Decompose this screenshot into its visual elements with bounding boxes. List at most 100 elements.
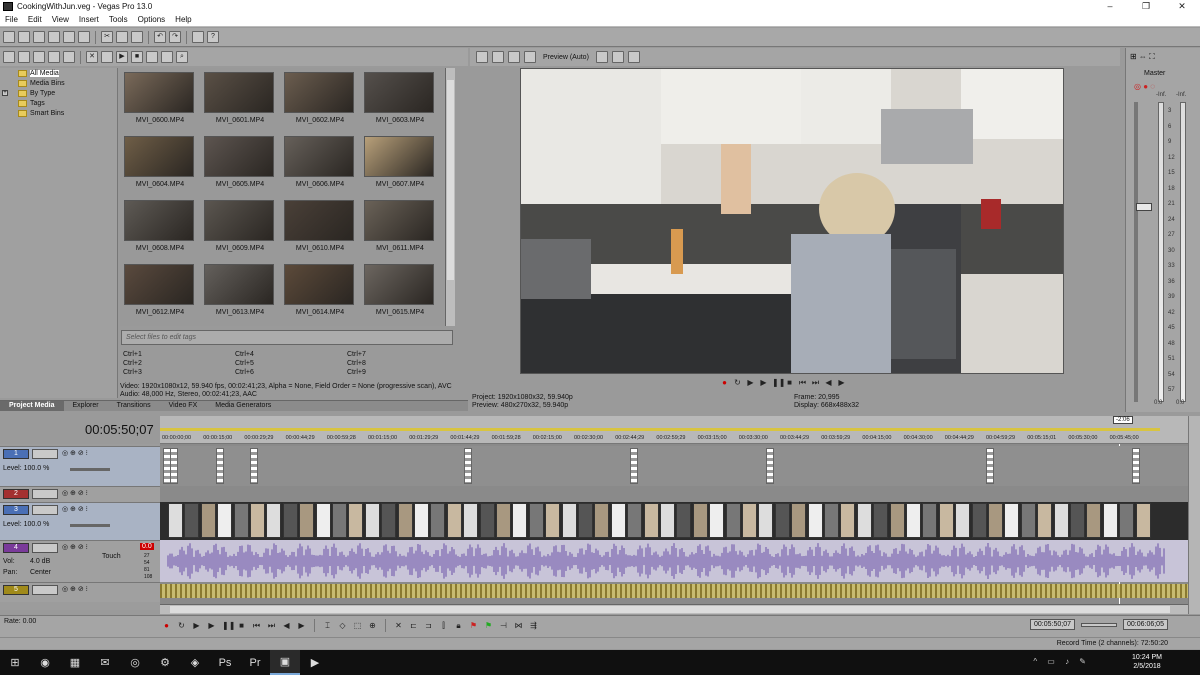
video-clip[interactable] — [578, 503, 593, 538]
video-clip[interactable] — [496, 503, 511, 538]
media-properties-icon[interactable] — [63, 51, 75, 63]
next-frame-icon[interactable]: ▶ — [837, 378, 846, 387]
loop-region-bar[interactable] — [160, 428, 1160, 431]
video-clip[interactable] — [1086, 503, 1102, 538]
delete-icon[interactable]: ✕ — [86, 51, 98, 63]
video-clip[interactable] — [774, 503, 790, 538]
track-lane[interactable] — [160, 486, 1188, 502]
video-clip[interactable] — [217, 503, 233, 538]
prev-frame-icon[interactable]: ◀ — [282, 621, 291, 630]
play-media-icon[interactable]: ▶ — [116, 51, 128, 63]
video-clip[interactable] — [1102, 503, 1118, 538]
track-controls-icons[interactable]: ◎ ⊕ ⊘ ⁝ — [62, 449, 88, 457]
video-clip[interactable] — [364, 503, 380, 538]
track-level[interactable]: Level: 100.0 % — [3, 521, 49, 528]
views-icon[interactable] — [161, 51, 173, 63]
tag-shortcut[interactable]: Ctrl+8 — [347, 360, 366, 367]
video-clip[interactable] — [807, 503, 823, 538]
new-project-icon[interactable] — [3, 31, 15, 43]
master-fader-handle[interactable] — [1136, 203, 1152, 211]
video-clip[interactable] — [250, 448, 258, 484]
pause-icon[interactable]: ❚❚ — [222, 621, 235, 630]
video-clip[interactable] — [397, 503, 413, 538]
envelope-tool-icon[interactable]: ◇ — [338, 621, 347, 630]
play-from-start-icon[interactable]: ▶ — [192, 621, 201, 630]
timeline-vscrollbar[interactable] — [1188, 416, 1200, 614]
video-clip[interactable] — [1053, 503, 1069, 538]
video-clip[interactable] — [922, 503, 938, 538]
media-scrollbar[interactable] — [445, 68, 455, 326]
video-clip[interactable] — [594, 503, 610, 538]
play-icon[interactable]: ▶ — [207, 621, 216, 630]
undo-icon[interactable]: ↶ — [154, 31, 166, 43]
stop-icon[interactable]: ■ — [785, 378, 794, 387]
video-fx-icon[interactable] — [508, 51, 520, 63]
video-clip[interactable] — [889, 503, 905, 538]
video-clip[interactable] — [692, 503, 708, 538]
taskbar-app-icon[interactable]: ▶ — [300, 650, 330, 675]
media-thumbnail[interactable]: MVI_0607.MP4 — [364, 136, 436, 198]
video-clip[interactable] — [463, 503, 479, 538]
tags-input[interactable]: Select files to edit tags — [121, 330, 453, 345]
media-thumbnail[interactable]: MVI_0604.MP4 — [124, 136, 196, 198]
video-clip[interactable] — [233, 503, 249, 538]
delete-icon[interactable]: ✕ — [394, 621, 403, 630]
tag-shortcut[interactable]: Ctrl+7 — [347, 351, 366, 358]
track-name-field[interactable] — [32, 449, 58, 459]
track-controls-icons[interactable]: ◎ ⊕ ⊘ ⁝ — [62, 585, 88, 593]
copy-icon[interactable] — [116, 31, 128, 43]
video-clip[interactable] — [512, 503, 528, 538]
menu-options[interactable]: Options — [133, 15, 171, 24]
taskbar-app-icon[interactable]: Ps — [210, 650, 240, 675]
pause-icon[interactable]: ❚❚ — [772, 378, 785, 387]
video-clip[interactable] — [676, 503, 692, 538]
length-timecode[interactable]: 00:06:06;05 — [1122, 619, 1168, 630]
track-name-field[interactable] — [32, 585, 58, 595]
media-thumbnail[interactable]: MVI_0609.MP4 — [204, 200, 276, 262]
tree-item-all-media[interactable]: All Media — [0, 68, 117, 78]
snapping-icon[interactable]: ⊣ — [499, 621, 508, 630]
video-clip[interactable] — [610, 503, 626, 538]
marker-icon[interactable]: ⚑ — [469, 621, 478, 630]
capture-icon[interactable] — [18, 51, 30, 63]
record-icon[interactable]: ● — [720, 378, 729, 387]
video-clip[interactable] — [561, 503, 577, 538]
media-thumbnail[interactable]: MVI_0602.MP4 — [284, 72, 356, 134]
video-clip[interactable] — [1135, 503, 1151, 538]
ripple-icon[interactable]: ⇶ — [529, 621, 538, 630]
video-clip[interactable] — [200, 503, 216, 538]
video-clip[interactable] — [464, 448, 472, 484]
tree-item-media-bins[interactable]: Media Bins — [0, 78, 117, 88]
video-clip[interactable] — [742, 503, 757, 538]
video-clip[interactable] — [1020, 503, 1036, 538]
track-header[interactable]: 2 ◎ ⊕ ⊘ ⁝ — [0, 486, 160, 502]
video-clip[interactable] — [1132, 448, 1140, 484]
import-media-icon[interactable] — [3, 51, 15, 63]
open-icon[interactable] — [18, 31, 30, 43]
tag-shortcut[interactable]: Ctrl+6 — [235, 369, 254, 376]
master-toolbar-icons[interactable]: ⊞ ⇔ ⛶ — [1130, 52, 1155, 62]
video-clip[interactable] — [955, 503, 971, 538]
menu-edit[interactable]: Edit — [23, 15, 47, 24]
split-screen-icon[interactable] — [524, 51, 536, 63]
taskbar-app-icon[interactable]: ⊞ — [0, 650, 30, 675]
video-clip[interactable] — [988, 503, 1003, 538]
selection-tool-icon[interactable]: ⬚ — [353, 621, 362, 630]
cursor-timecode[interactable]: 00:05:50;07 — [1030, 619, 1075, 630]
video-clip[interactable] — [766, 448, 774, 484]
track-header[interactable]: 4 ◎ ⊕ ⊘ ⁝ Vol: 4.0 dB Pan: Center Touch 0.0 27 54… — [0, 540, 160, 582]
media-fx-icon[interactable] — [101, 51, 113, 63]
video-clip[interactable] — [643, 503, 659, 538]
timeline-hscrollbar[interactable] — [160, 604, 1188, 614]
playback-rate[interactable]: Rate: 0.00 — [4, 618, 36, 625]
video-clip[interactable] — [528, 503, 544, 538]
video-clip[interactable] — [856, 503, 872, 538]
media-thumbnail[interactable]: MVI_0605.MP4 — [204, 136, 276, 198]
record-icon[interactable]: ● — [162, 621, 171, 630]
tag-shortcut[interactable]: Ctrl+1 — [123, 351, 142, 358]
taskbar-app-icon[interactable]: Pr — [240, 650, 270, 675]
media-thumbnail[interactable]: MVI_0600.MP4 — [124, 72, 196, 134]
track-controls-icons[interactable]: ◎ ⊕ ⊘ ⁝ — [62, 543, 88, 551]
redo-icon[interactable]: ↷ — [169, 31, 181, 43]
go-to-start-icon[interactable]: ⏮ — [798, 378, 807, 387]
